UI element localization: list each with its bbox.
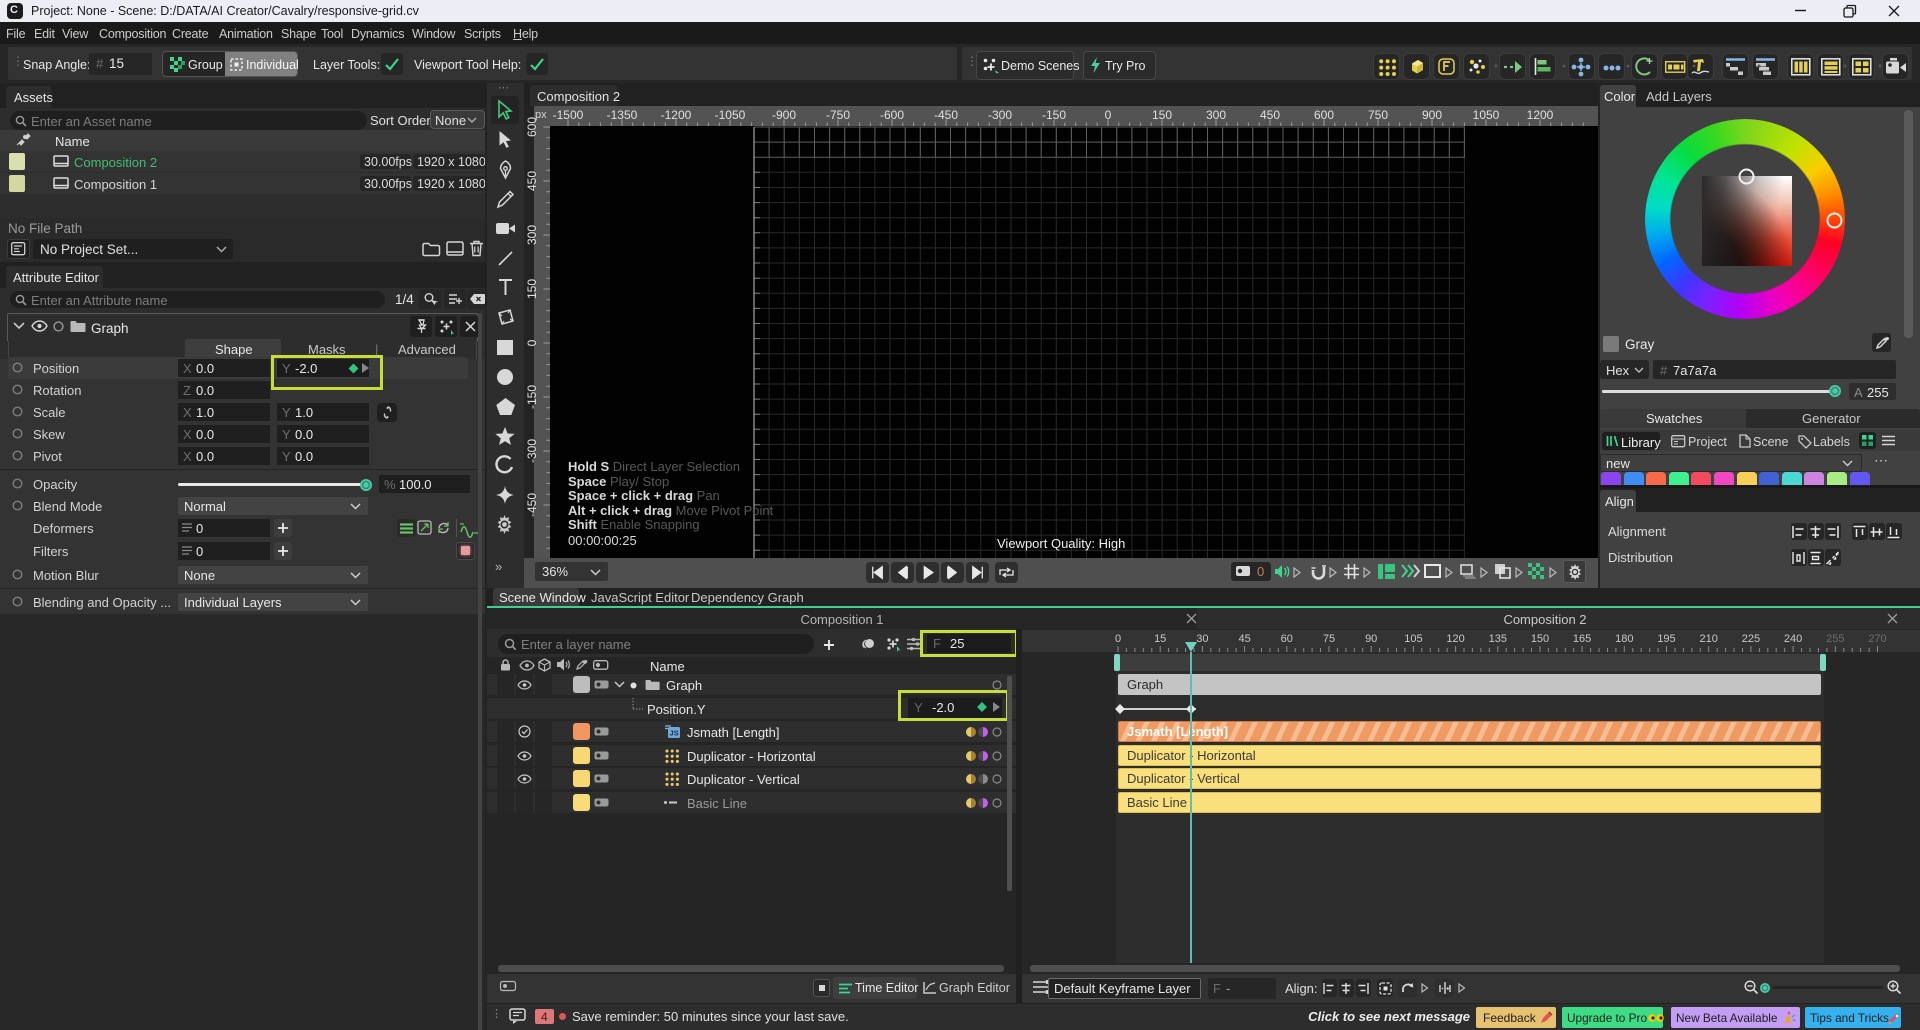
svg-text:JS: JS (669, 729, 678, 738)
